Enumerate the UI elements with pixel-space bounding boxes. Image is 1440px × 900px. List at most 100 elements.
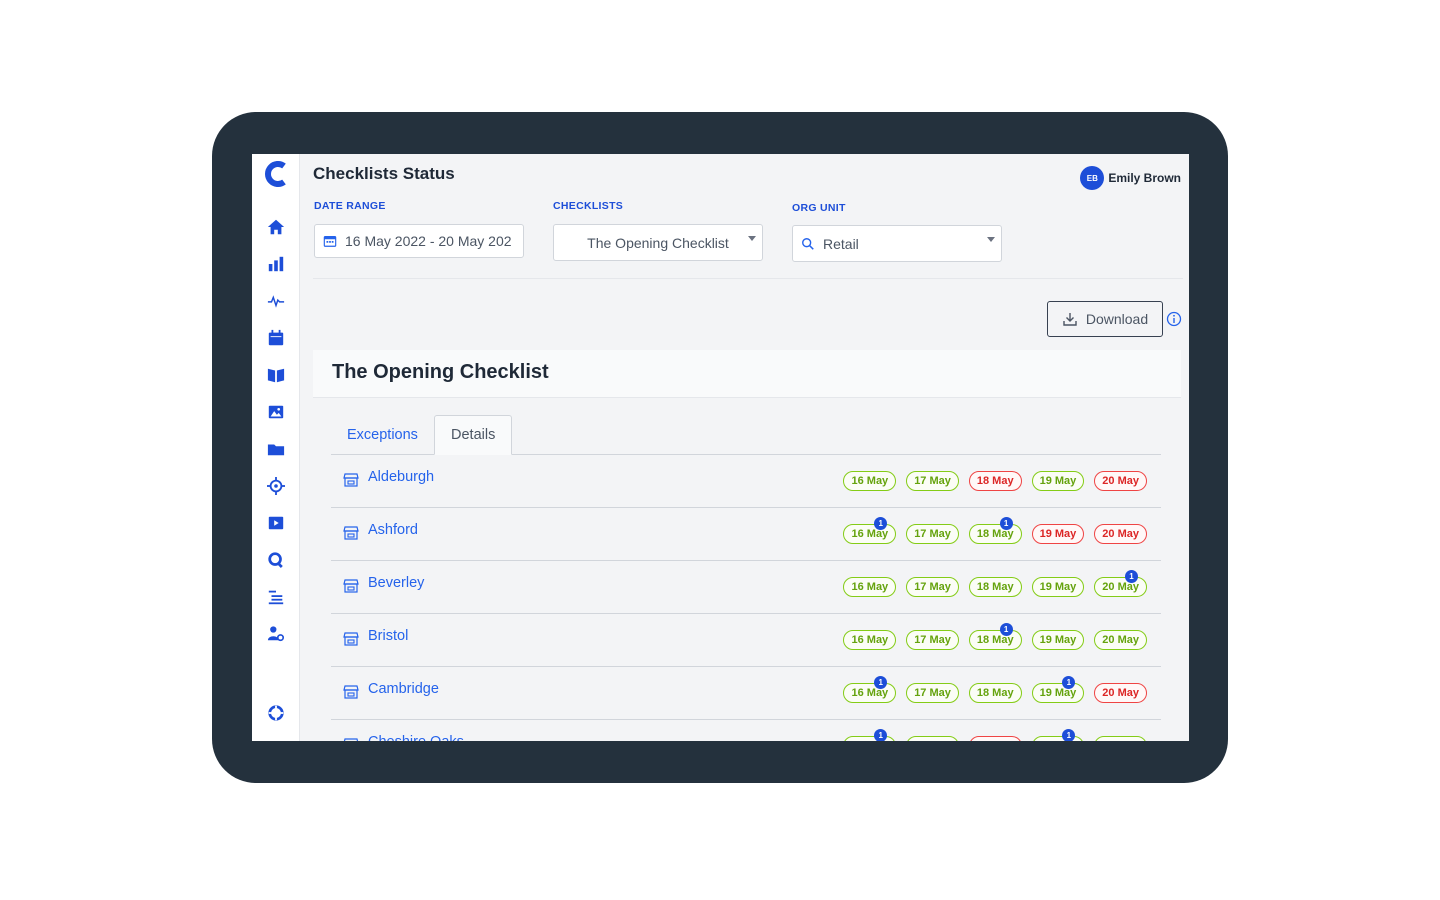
day-status-pill[interactable]: 17 May [906,577,959,597]
day-label: 18 May [976,581,1014,593]
day-status-pill[interactable]: 17 May [906,471,959,491]
day-label: 20 May [1102,581,1139,593]
day-label: 18 May [976,687,1014,699]
page-title: Checklists Status [313,164,455,183]
day-status-pill[interactable]: 19 May1 [1031,729,1085,741]
day-label: 18 May [976,475,1014,487]
bar-chart-icon[interactable] [265,253,287,275]
day-status-pill[interactable]: 17 May [906,736,959,741]
list-indent-icon[interactable] [265,586,287,608]
calendar-icon[interactable] [265,327,287,349]
card-header: The Opening Checklist [313,350,1181,398]
day-label: 19 May [1039,581,1077,593]
day-status-pill[interactable]: 19 May [1031,471,1085,491]
user-menu[interactable]: EB Emily Brown [1080,166,1181,190]
day-label: 17 May [914,740,951,741]
pulse-icon[interactable] [265,290,287,312]
day-status-pill[interactable]: 17 May [906,683,959,703]
table-row: Ashford 16 May 1 17 May 18 May 1 19 May 20 May [331,508,1161,561]
checklists-value: The Opening Checklist [587,234,729,251]
day-status-pill[interactable]: 19 May1 [1031,676,1085,703]
day-status-pill[interactable]: 20 May [1094,736,1147,741]
store-icon [343,738,359,741]
day-status-pill[interactable]: 20 May 1 [1094,570,1147,597]
store-name[interactable]: Ashford [368,522,418,538]
card-title: The Opening Checklist [332,361,549,383]
day-status-pill[interactable]: 18 May [968,577,1022,597]
user-settings-icon[interactable] [265,623,287,645]
avatar: EB [1080,166,1105,190]
day-status-list: 16 May 17 May 18 May 1 19 May 20 May [843,623,1147,650]
checklists-label: CHECKLISTS [553,200,624,212]
checklist-card: The Opening Checklist Exceptions Details… [313,350,1181,741]
download-label: Download [1085,311,1149,327]
store-icon [343,579,359,593]
store-name[interactable]: Bristol [368,628,408,644]
date-range-value: 16 May 2022 - 20 May 202 [345,233,512,249]
sidebar [252,154,300,741]
user-name: Emily Brown [1108,171,1181,185]
store-icon [343,685,359,699]
day-status-pill[interactable]: 16 May1 [843,729,897,741]
day-status-pill[interactable]: 19 May [1031,630,1085,650]
day-status-pill[interactable]: 16 May1 [843,676,897,703]
store-name[interactable]: Aldeburgh [368,469,434,485]
target-icon[interactable] [265,475,287,497]
day-label: 17 May [914,528,951,540]
home-icon[interactable] [265,216,287,238]
day-label: 20 May [1102,740,1139,741]
app-logo[interactable] [262,156,290,192]
store-name[interactable]: Cheshire Oaks [368,734,464,741]
day-label: 19 May [1039,528,1077,540]
day-status-pill[interactable]: 20 May [1094,683,1147,703]
table-row: Bristol 16 May 17 May 18 May 1 19 May 20 May [331,614,1161,667]
day-status-pill[interactable]: 16 May1 [843,517,897,544]
day-status-pill[interactable]: 18 May 1 [968,517,1022,544]
day-status-pill[interactable]: 16 May [843,471,897,491]
book-icon[interactable] [265,364,287,386]
org-unit-select[interactable]: Retail [792,225,1002,262]
day-status-pill[interactable]: 16 May [843,630,897,650]
day-status-pill[interactable]: 18 May [968,471,1022,491]
day-label: 17 May [914,475,951,487]
day-status-pill[interactable]: 17 May [906,524,959,544]
day-label: 17 May [914,581,951,593]
day-label: 19 May [1039,475,1077,487]
day-status-list: 16 May1 17 May 18 May 19 May1 20 May [843,676,1147,703]
tab-exceptions[interactable]: Exceptions [331,415,434,455]
video-icon[interactable] [265,512,287,534]
day-label: 18 May [977,740,1014,741]
day-status-pill[interactable]: 17 May [906,630,959,650]
info-icon[interactable] [1166,311,1182,327]
day-label: 16 May [851,634,889,646]
day-status-pill[interactable]: 16 May [843,577,897,597]
tab-bar: Exceptions Details [331,415,1161,455]
tab-details[interactable]: Details [434,415,513,455]
checklists-select[interactable]: The Opening Checklist [553,224,763,261]
store-name[interactable]: Beverley [368,575,424,591]
day-label: 17 May [914,634,951,646]
day-label: 19 May [1039,634,1077,646]
store-name[interactable]: Cambridge [368,681,439,697]
day-status-pill[interactable]: 18 May 1 [968,623,1022,650]
day-status-pill[interactable]: 19 May [1031,577,1085,597]
table-row: Aldeburgh 16 May 17 May 18 May 19 May 20 May [331,455,1161,508]
day-label: 16 May [851,475,889,487]
help-lifebuoy-icon[interactable] [265,702,287,724]
day-status-list: 16 May 1 17 May 18 May 1 19 May 20 May [843,517,1147,544]
day-status-pill[interactable]: 20 May [1094,471,1147,491]
day-status-pill[interactable]: 20 May [1094,630,1147,650]
day-status-pill[interactable]: 18 May [968,683,1022,703]
folder-icon[interactable] [265,438,287,460]
day-label: 17 May [914,687,951,699]
count-badge: 1 [999,517,1013,530]
day-status-pill[interactable]: 20 May [1094,524,1147,544]
day-status-pill[interactable]: 18 May [968,736,1022,741]
date-range-input[interactable]: 16 May 2022 - 20 May 202 [314,224,524,258]
day-status-pill[interactable]: 19 May [1031,524,1085,544]
settings-search-icon[interactable] [265,549,287,571]
image-icon[interactable] [265,401,287,423]
download-button[interactable]: Download [1047,301,1163,337]
day-label: 20 May [1102,528,1139,540]
day-label: 16 May [851,687,889,699]
